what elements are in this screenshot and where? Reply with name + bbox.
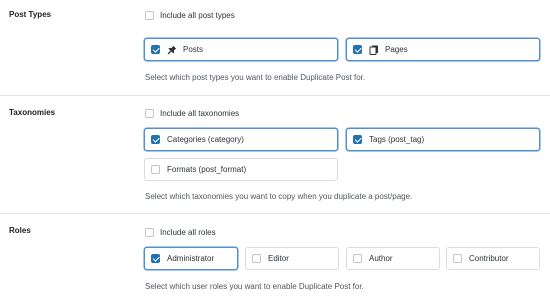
section-divider: [0, 213, 550, 214]
include-all-taxonomies-label: Include all taxonomies: [160, 108, 240, 118]
include-all-roles-checkbox[interactable]: Include all roles: [145, 226, 216, 238]
checkbox-box[interactable]: [145, 10, 154, 20]
taxonomy-option-categories[interactable]: Categories (category): [144, 128, 338, 151]
tags-label: Tags (post_tag): [369, 135, 425, 144]
administrator-label: Administrator: [167, 254, 215, 263]
post-type-option-posts[interactable]: Posts: [144, 38, 338, 61]
include-all-roles-label: Include all roles: [160, 227, 216, 237]
contributor-label: Contributor: [469, 254, 509, 263]
editor-label: Editor: [268, 254, 289, 263]
posts-checkbox[interactable]: [151, 45, 160, 54]
role-option-author[interactable]: Author: [346, 247, 440, 270]
taxonomies-heading: Taxonomies: [9, 108, 56, 117]
categories-checkbox[interactable]: [151, 135, 160, 144]
include-all-post-types-label: Include all post types: [160, 10, 235, 20]
role-option-administrator[interactable]: Administrator: [144, 247, 238, 270]
administrator-checkbox[interactable]: [151, 254, 160, 263]
tags-checkbox[interactable]: [353, 135, 362, 144]
author-label: Author: [369, 254, 393, 263]
roles-description: Select which user roles you want to enab…: [145, 282, 364, 291]
categories-label: Categories (category): [167, 135, 244, 144]
author-checkbox[interactable]: [353, 254, 362, 263]
contributor-checkbox[interactable]: [453, 254, 462, 263]
section-divider: [0, 95, 550, 96]
post-type-option-pages[interactable]: Pages: [346, 38, 540, 61]
posts-label: Posts: [183, 45, 204, 54]
role-option-contributor[interactable]: Contributor: [446, 247, 540, 270]
formats-label: Formats (post_format): [167, 165, 247, 174]
include-all-post-types-checkbox[interactable]: Include all post types: [145, 9, 235, 21]
formats-checkbox[interactable]: [151, 165, 160, 174]
taxonomies-description: Select which taxonomies you want to copy…: [145, 192, 413, 201]
checkbox-box[interactable]: [145, 108, 154, 118]
roles-heading: Roles: [9, 226, 31, 235]
checkbox-box[interactable]: [145, 227, 154, 237]
post-types-description: Select which post types you want to enab…: [145, 73, 366, 82]
include-all-taxonomies-checkbox[interactable]: Include all taxonomies: [145, 107, 239, 119]
taxonomy-option-tags[interactable]: Tags (post_tag): [346, 128, 540, 151]
pages-icon: [369, 45, 379, 55]
pin-icon: [167, 45, 177, 55]
pages-label: Pages: [385, 45, 408, 54]
taxonomy-option-formats[interactable]: Formats (post_format): [144, 158, 338, 181]
pages-checkbox[interactable]: [353, 45, 362, 54]
role-option-editor[interactable]: Editor: [245, 247, 339, 270]
editor-checkbox[interactable]: [252, 254, 261, 263]
post-types-heading: Post Types: [9, 10, 52, 19]
